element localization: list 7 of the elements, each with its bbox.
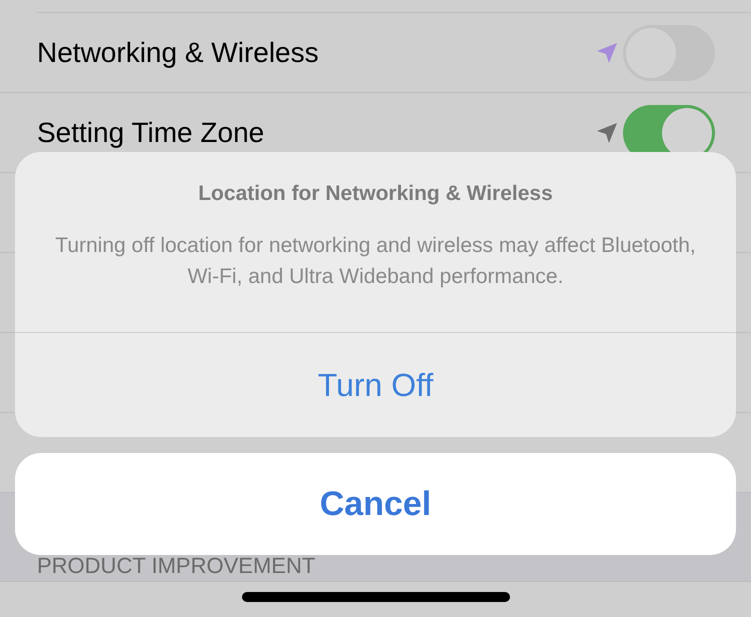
section-header: PRODUCT IMPROVEMENT xyxy=(37,555,316,577)
alert-message: Turning off location for networking and wireless may affect Bluetooth, Wi-Fi, and Ultra Wideband performance. xyxy=(55,232,696,290)
alert-title: Location for Networking & Wireless xyxy=(198,181,553,207)
row-label: Networking & Wireless xyxy=(37,36,320,70)
alert-action-button[interactable]: Turn Off xyxy=(15,333,736,437)
cancel-button[interactable]: Cancel xyxy=(15,453,736,555)
row-label: Setting Time Zone xyxy=(37,116,266,150)
